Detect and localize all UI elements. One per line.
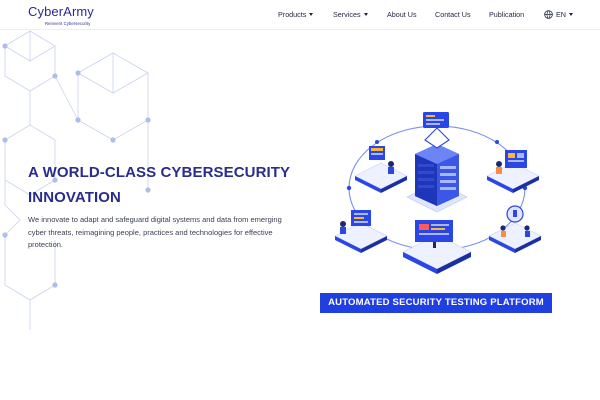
central-server-icon (406, 112, 468, 213)
bottom-center-monitor-icon (402, 220, 472, 274)
hero-description: We innovate to adapt and safeguard digit… (28, 215, 282, 249)
top-left-workstation-icon (354, 146, 408, 193)
nav-products-label: Products (278, 10, 307, 19)
language-selector[interactable]: EN (544, 9, 573, 21)
nav-publication[interactable]: Publication (489, 9, 524, 21)
language-label: EN (556, 10, 566, 19)
site-header: CyberArmy Reinvent Cybersecurity Product… (0, 0, 600, 30)
caret-down-icon (569, 12, 573, 16)
hero-title: A WORLD-CLASS CYBERSECURITY INNOVATION (28, 164, 290, 206)
automated-testing-banner: AUTOMATED SECURITY TESTING PLATFORM (320, 293, 552, 313)
caret-down-icon (363, 12, 368, 16)
logo-wordmark: CyberArmy (28, 4, 94, 19)
logo-tagline: Reinvent Cybersecurity (45, 21, 91, 26)
nav-contact-us[interactable]: Contact Us (435, 9, 471, 21)
bottom-right-team-icon (488, 205, 542, 253)
nav-services[interactable]: Services (333, 9, 368, 21)
top-right-dashboard-icon (486, 150, 540, 193)
globe-icon (544, 9, 553, 19)
bottom-left-developer-icon (334, 210, 388, 253)
nav-products[interactable]: Products (278, 9, 314, 21)
security-platform-illustration (334, 112, 542, 274)
cyberarmy-logo[interactable]: CyberArmy Reinvent Cybersecurity (28, 4, 108, 28)
caret-down-icon (309, 12, 314, 16)
nav-about-us[interactable]: About Us (387, 9, 417, 21)
nav-services-label: Services (333, 10, 361, 19)
